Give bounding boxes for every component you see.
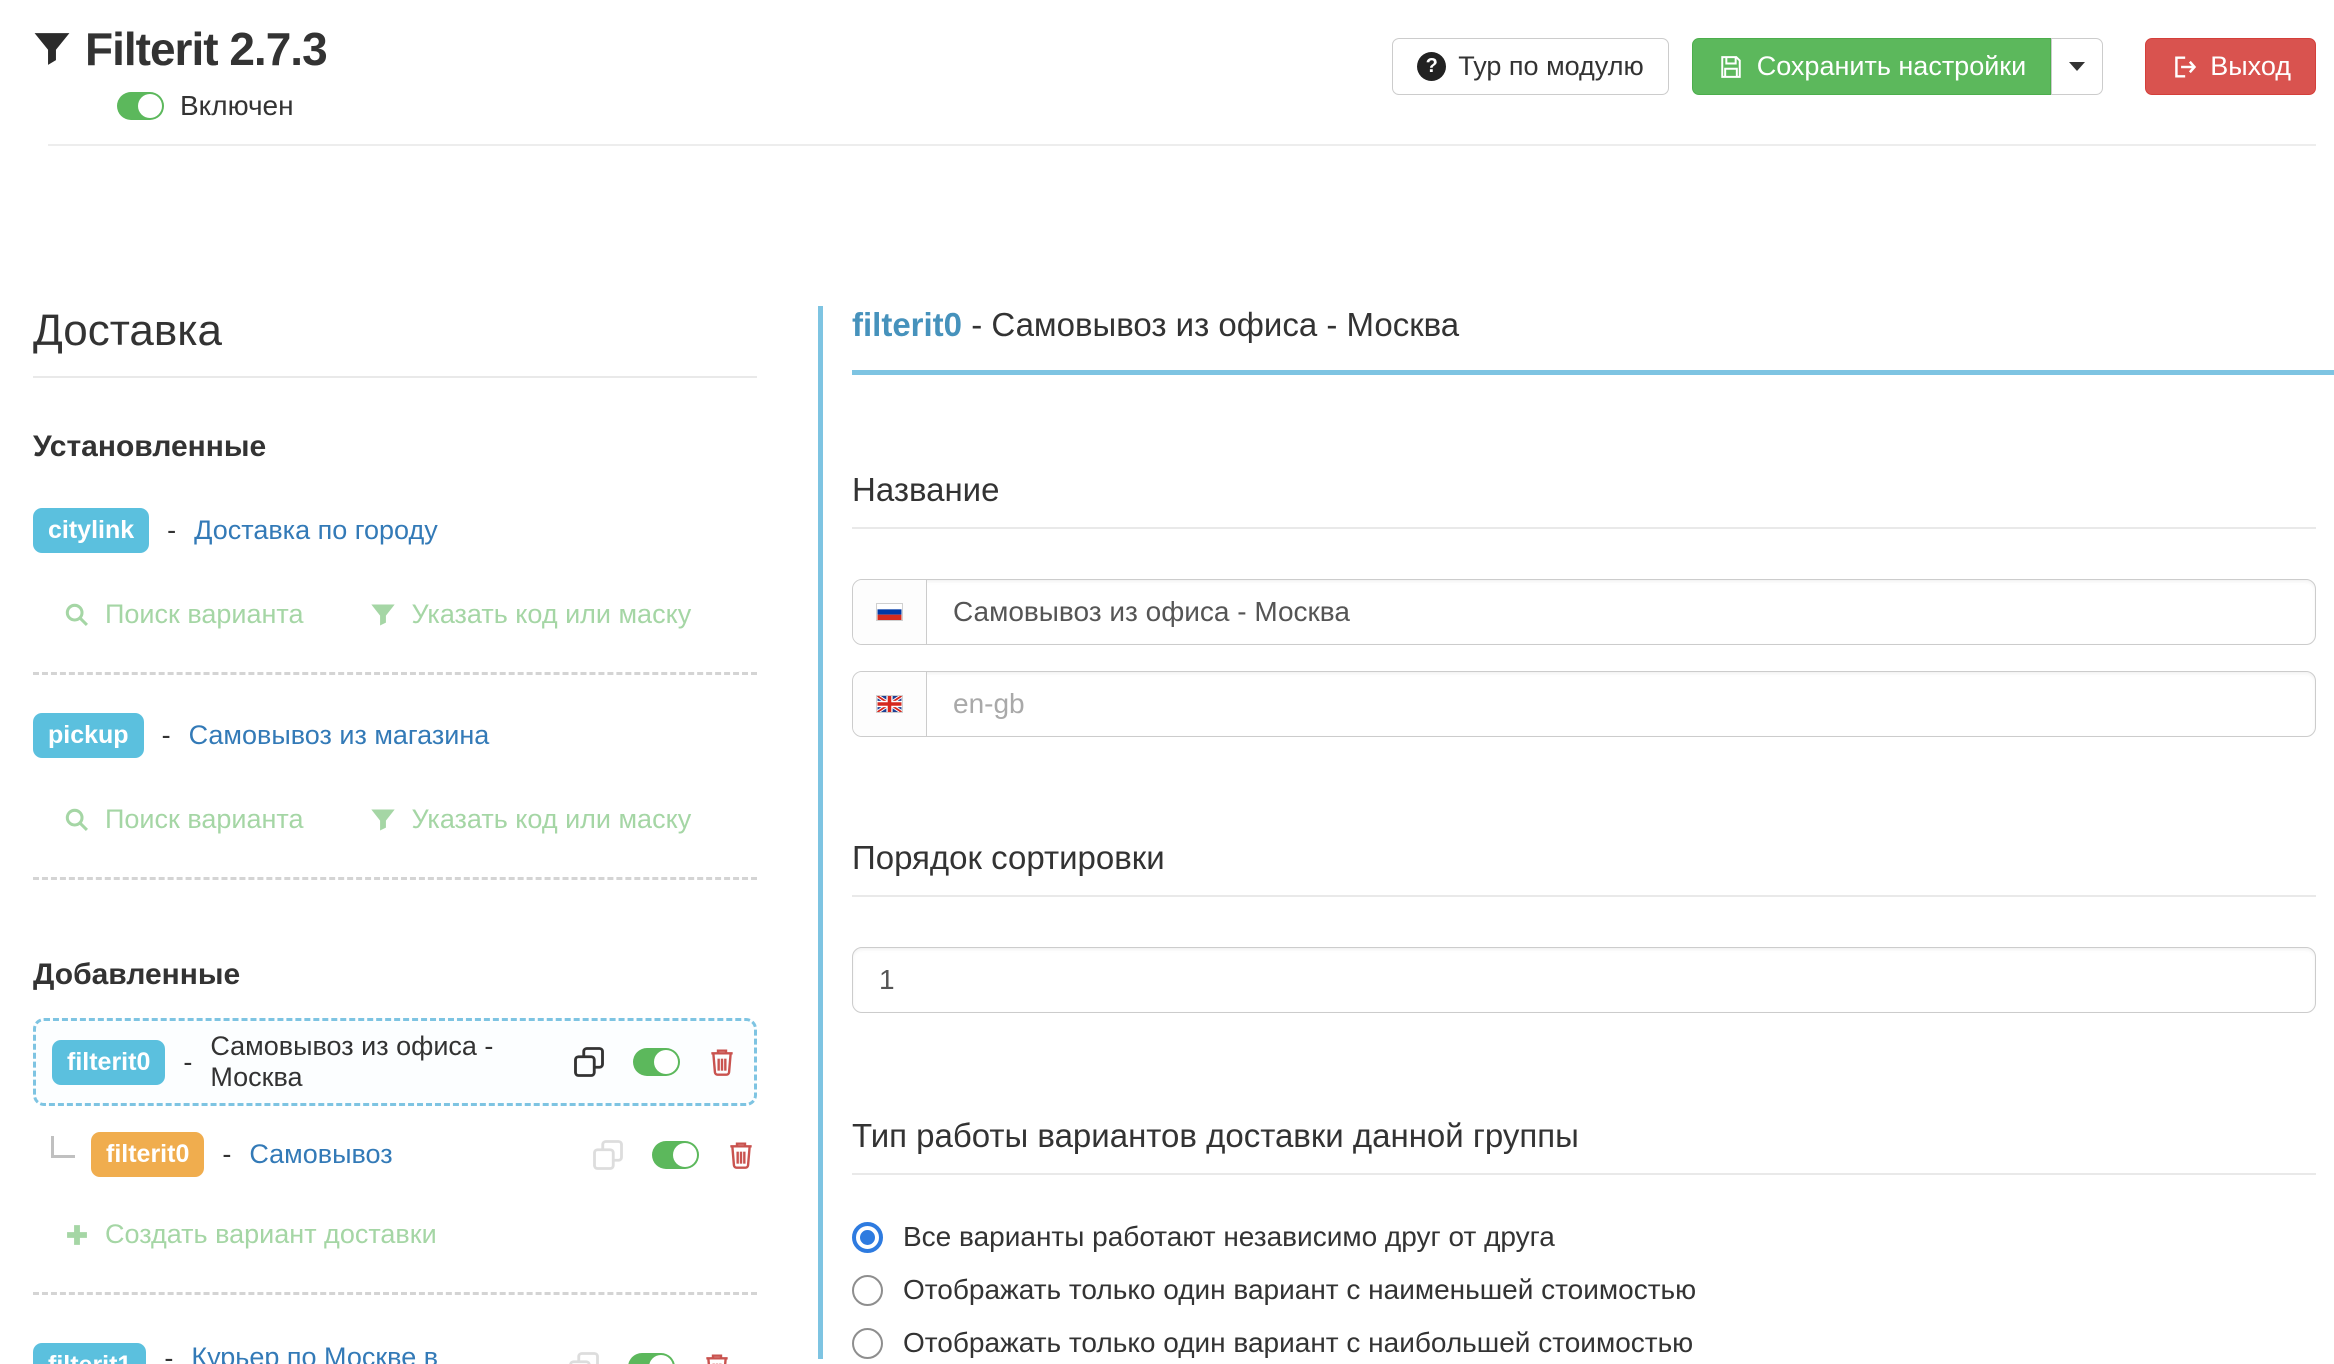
delivery-code-badge[interactable]: pickup (33, 713, 144, 758)
added-group-row-selected[interactable]: filterit0 - Самовывоз из офиса - Москва (33, 1018, 757, 1106)
caret-down-icon (2069, 62, 2085, 71)
work-type-option-independent[interactable]: Все варианты работают независимо друг от… (852, 1221, 2316, 1253)
installed-heading: Установленные (33, 430, 757, 464)
gb-flag-icon (876, 695, 903, 713)
installed-row-pickup: pickup - Самовывоз из магазина (33, 713, 757, 758)
sort-section-heading: Порядок сортировки (852, 839, 2316, 897)
panel-header-title: - Самовывоз из офиса - Москва (971, 306, 1459, 343)
tree-connector-icon (51, 1136, 75, 1158)
create-variant-link[interactable]: Создать вариант доставки (63, 1219, 437, 1250)
module-enabled-label: Включен (180, 90, 294, 122)
dashed-divider (33, 1292, 757, 1295)
trash-icon[interactable] (725, 1139, 757, 1171)
panel-header: filterit0 - Самовывоз из офиса - Москва (852, 306, 2334, 375)
dash-separator: - (164, 1343, 173, 1364)
group-name[interactable]: Самовывоз из офиса - Москва (210, 1031, 551, 1093)
enabled-toggle[interactable] (633, 1048, 680, 1076)
search-icon (63, 601, 91, 629)
copy-icon[interactable] (566, 1349, 602, 1364)
enabled-toggle[interactable] (628, 1353, 675, 1364)
group-name-link[interactable]: Курьер по Москве в пределах МКАД (191, 1341, 546, 1364)
question-circle-icon: ? (1417, 52, 1446, 81)
installed-delivery-link[interactable]: Доставка по городу (194, 515, 438, 546)
delivery-section-title: Доставка (33, 306, 757, 378)
radio-unselected-icon[interactable] (852, 1275, 883, 1306)
save-dropdown-caret-button[interactable] (2051, 38, 2103, 95)
search-variant-link[interactable]: Поиск варианта (63, 804, 303, 835)
tour-button[interactable]: ? Тур по модулю (1392, 38, 1668, 95)
work-type-option-lowest-cost[interactable]: Отображать только один вариант с наимень… (852, 1274, 2316, 1306)
sign-out-icon (2170, 53, 2198, 81)
dash-separator: - (162, 720, 171, 751)
radio-selected-icon[interactable] (852, 1222, 883, 1253)
trash-icon[interactable] (706, 1046, 738, 1078)
sort-order-input-group (852, 947, 2316, 1013)
copy-icon[interactable] (571, 1044, 607, 1080)
set-code-mask-link[interactable]: Указать код или маску (369, 599, 691, 630)
enabled-toggle[interactable] (652, 1141, 699, 1169)
plus-icon (63, 1221, 91, 1249)
search-variant-link[interactable]: Поиск варианта (63, 599, 303, 630)
name-input-group-ru (852, 579, 2316, 645)
name-input-group-en (852, 671, 2316, 737)
search-icon (63, 806, 91, 834)
set-code-mask-link[interactable]: Указать код или маску (369, 804, 691, 835)
logout-button[interactable]: Выход (2145, 38, 2316, 95)
group-code-badge[interactable]: filterit0 (52, 1040, 165, 1085)
funnel-icon (369, 806, 397, 834)
funnel-icon (33, 30, 71, 68)
page-title: Filterit 2.7.3 (85, 22, 327, 76)
installed-delivery-link[interactable]: Самовывоз из магазина (189, 720, 490, 751)
topbar: Filterit 2.7.3 Включен ? Тур по модулю С… (0, 0, 2334, 146)
save-icon (1717, 53, 1745, 81)
delivery-list-panel: Доставка Установленные citylink - Достав… (33, 306, 757, 1364)
added-group-row[interactable]: filterit1 - Курьер по Москве в пределах … (33, 1341, 757, 1364)
dash-separator: - (167, 515, 176, 546)
name-input-en[interactable] (927, 672, 2315, 736)
work-type-option-highest-cost[interactable]: Отображать только один вариант с наиболь… (852, 1327, 2316, 1359)
language-addon (853, 580, 927, 644)
panel-header-code: filterit0 (852, 306, 962, 343)
dashed-divider (33, 877, 757, 880)
header-divider (48, 144, 2316, 146)
radio-unselected-icon[interactable] (852, 1328, 883, 1359)
installed-row-citylink: citylink - Доставка по городу (33, 508, 757, 553)
dashed-divider (33, 672, 757, 675)
dash-separator: - (183, 1047, 192, 1078)
copy-icon[interactable] (590, 1137, 626, 1173)
variant-name-link[interactable]: Самовывоз (249, 1139, 570, 1170)
dash-separator: - (222, 1139, 231, 1170)
module-enabled-toggle[interactable] (117, 92, 164, 120)
group-settings-panel: filterit0 - Самовывоз из офиса - Москва … (818, 306, 2334, 1359)
sort-order-input[interactable] (853, 948, 2315, 1012)
work-type-radio-group: Все варианты работают независимо друг от… (852, 1221, 2316, 1359)
save-settings-button[interactable]: Сохранить настройки (1692, 38, 2051, 95)
trash-icon[interactable] (701, 1351, 733, 1364)
added-variant-row: filterit0 - Самовывоз (51, 1132, 757, 1177)
funnel-icon (369, 601, 397, 629)
ru-flag-icon (876, 603, 903, 621)
name-input-ru[interactable] (927, 580, 2315, 644)
delivery-code-badge[interactable]: citylink (33, 508, 149, 553)
work-type-section-heading: Тип работы вариантов доставки данной гру… (852, 1117, 2316, 1175)
name-section-heading: Название (852, 471, 2316, 529)
variant-code-badge[interactable]: filterit0 (91, 1132, 204, 1177)
added-heading: Добавленные (33, 958, 757, 992)
language-addon (853, 672, 927, 736)
group-code-badge[interactable]: filterit1 (33, 1343, 146, 1364)
